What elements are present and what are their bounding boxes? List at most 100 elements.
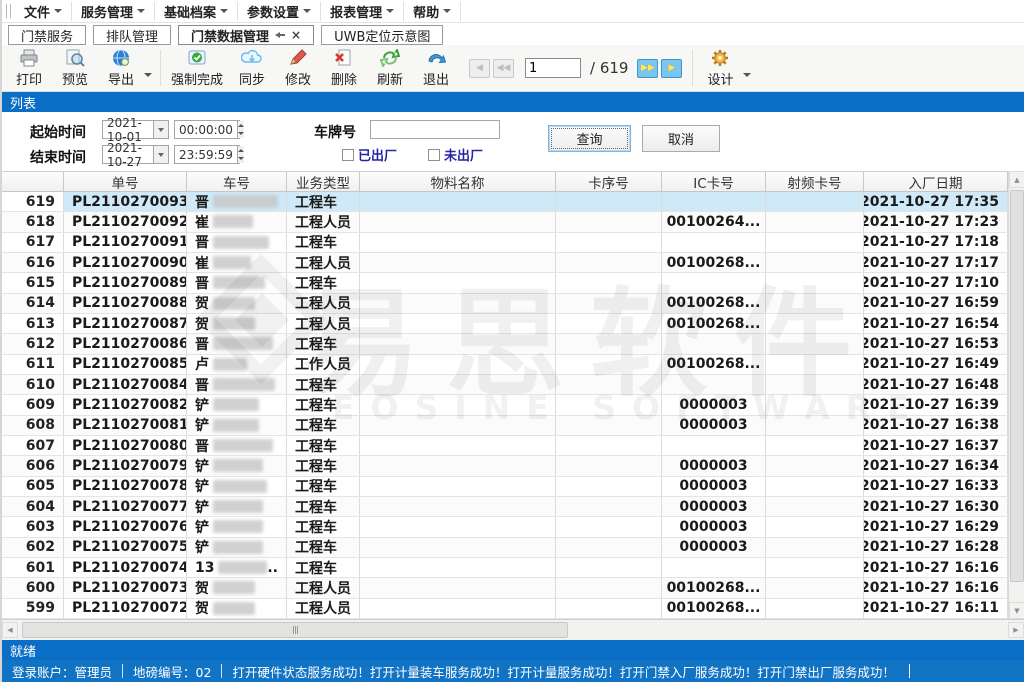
cell-material	[360, 314, 556, 333]
scroll-right-icon[interactable]: ▶	[1008, 622, 1024, 638]
query-button[interactable]: 查询	[548, 125, 631, 152]
table-row[interactable]: 615PL2110270089晋工程车2021-10-27 17:10	[2, 273, 1024, 293]
table-row[interactable]: 605PL2110270078铲工程车00000032021-10-27 16:…	[2, 477, 1024, 497]
horizontal-scrollbar[interactable]: ◀ ▶	[2, 619, 1024, 640]
printer-button[interactable]: 打印	[6, 46, 52, 90]
cell-entry-date: 2021-10-27 16:54	[864, 314, 1008, 333]
cell-vehicle: 晋	[187, 334, 287, 353]
table-row[interactable]: 619PL2110270093晋工程车2021-10-27 17:35	[2, 192, 1024, 212]
menu-item-2[interactable]: 服务管理	[72, 2, 155, 21]
tab-close-icon[interactable]: ×	[291, 30, 301, 40]
end-time-spinner[interactable]: 23:59:59	[174, 145, 240, 164]
tab-4[interactable]: UWB定位示意图	[321, 25, 443, 45]
menu-item-1[interactable]: 文件	[15, 2, 72, 21]
cell-material	[360, 558, 556, 577]
table-row[interactable]: 610PL2110270084晋工程车2021-10-27 16:48	[2, 375, 1024, 395]
end-date-dropdown-icon[interactable]	[153, 146, 168, 163]
column-header-6[interactable]: IC卡号	[662, 172, 766, 191]
column-header-7[interactable]: 射频卡号	[766, 172, 864, 191]
table-row[interactable]: 606PL2110270079铲工程车00000032021-10-27 16:…	[2, 456, 1024, 476]
cell-entry-date: 2021-10-27 16:53	[864, 334, 1008, 353]
exit-button[interactable]: 退出	[413, 46, 459, 90]
preview-button[interactable]: 预览	[52, 46, 98, 90]
tab-2[interactable]: 排队管理	[93, 25, 171, 45]
table-row[interactable]: 609PL2110270082铲工程车00000032021-10-27 16:…	[2, 395, 1024, 415]
delete-button[interactable]: 删除	[321, 46, 367, 90]
masked-plate	[213, 398, 259, 411]
table-row[interactable]: 604PL2110270077铲工程车00000032021-10-27 16:…	[2, 497, 1024, 517]
cell-entry-date: 2021-10-27 16:33	[864, 477, 1008, 496]
start-date-combo[interactable]: 2021-10-01	[102, 120, 169, 139]
cell-vehicle: 贺	[187, 578, 287, 597]
nav-first-button[interactable]: ◀	[469, 59, 490, 78]
table-row[interactable]: 602PL2110270075铲工程车00000032021-10-27 16:…	[2, 538, 1024, 558]
table-row[interactable]: 613PL2110270087贺工程人员00100268...2021-10-2…	[2, 314, 1024, 334]
cancel-button[interactable]: 取消	[642, 125, 720, 152]
edit-button[interactable]: 修改	[275, 46, 321, 90]
footer-segment-3: 打开硬件状态服务成功！打开计量装车服务成功！打开计量服务成功！打开门禁入厂服务成…	[232, 662, 895, 681]
tab-3[interactable]: 门禁数据管理×	[178, 25, 314, 45]
horizontal-scroll-thumb[interactable]	[22, 622, 568, 638]
start-date-dropdown-icon[interactable]	[153, 121, 168, 138]
table-row[interactable]: 616PL2110270090崔工程人员00100268...2021-10-2…	[2, 253, 1024, 273]
nav-prev-button[interactable]: ◀◀	[493, 59, 514, 78]
table-row[interactable]: 600PL2110270073贺工程人员00100268...2021-10-2…	[2, 578, 1024, 598]
export-button[interactable]: 导出	[98, 46, 144, 90]
column-header-8[interactable]: 入厂日期	[864, 172, 1008, 191]
tab-bar: 门禁服务排队管理门禁数据管理× UWB定位示意图	[2, 23, 1024, 45]
force-complete-button[interactable]: 强制完成	[165, 46, 229, 90]
page-number-input[interactable]	[525, 58, 581, 78]
plate-number-input[interactable]	[370, 120, 500, 139]
checkbox-not-exited[interactable]: 未出厂	[428, 145, 483, 164]
vertical-scroll-thumb[interactable]	[1010, 190, 1024, 582]
table-row[interactable]: 603PL2110270076铲工程车00000032021-10-27 16:…	[2, 517, 1024, 537]
checkbox-not-exited-box[interactable]	[428, 149, 440, 161]
nav-last-button[interactable]: ▶	[661, 59, 682, 78]
menu-item-6[interactable]: 帮助	[404, 2, 461, 21]
cell-entry-date: 2021-10-27 17:35	[864, 192, 1008, 211]
export-dropdown-caret-icon[interactable]	[144, 73, 152, 77]
cell-rfid	[766, 456, 864, 475]
table-row[interactable]: 611PL2110270085卢工作人员00100268...2021-10-2…	[2, 355, 1024, 375]
checkbox-exited-box[interactable]	[342, 149, 354, 161]
refresh-button[interactable]: 刷新	[367, 46, 413, 90]
toolbar-overflow-caret-icon[interactable]	[743, 73, 751, 77]
pin-icon[interactable]	[275, 30, 285, 40]
table-row[interactable]: 601PL211027007413..工程车2021-10-27 16:16	[2, 558, 1024, 578]
table-row[interactable]: 607PL2110270080晋工程车2021-10-27 16:37	[2, 436, 1024, 456]
table-row[interactable]: 599PL2110270072贺工程人员00100268...2021-10-2…	[2, 599, 1024, 619]
delete-icon	[334, 48, 354, 68]
end-time-spin-icons[interactable]	[237, 146, 244, 163]
column-header-2[interactable]: 车号	[187, 172, 287, 191]
table-row[interactable]: 617PL2110270091晋工程车2021-10-27 17:18	[2, 233, 1024, 253]
cell-entry-date: 2021-10-27 16:38	[864, 416, 1008, 435]
scroll-up-icon[interactable]: ▲	[1009, 171, 1024, 188]
column-header-3[interactable]: 业务类型	[287, 172, 360, 191]
column-header-1[interactable]: 单号	[64, 172, 187, 191]
menu-item-4[interactable]: 参数设置	[238, 2, 321, 21]
cell-vehicle: 晋	[187, 273, 287, 292]
column-header-4[interactable]: 物料名称	[360, 172, 556, 191]
menu-item-5[interactable]: 报表管理	[321, 2, 404, 21]
sync-button[interactable]: 同步	[229, 46, 275, 90]
tab-1[interactable]: 门禁服务	[8, 25, 86, 45]
nav-next-button[interactable]: ▶▶	[637, 59, 658, 78]
column-header-5[interactable]: 卡序号	[556, 172, 662, 191]
design-button[interactable]: 设计	[697, 46, 743, 90]
table-row[interactable]: 612PL2110270086晋工程车2021-10-27 16:53	[2, 334, 1024, 354]
start-time-spinner[interactable]: 00:00:00	[174, 120, 240, 139]
start-time-spin-icons[interactable]	[237, 121, 244, 138]
cell-business-type: 工程车	[287, 416, 360, 435]
cell-entry-date: 2021-10-27 17:17	[864, 253, 1008, 272]
vertical-scrollbar[interactable]: ▲ ▼	[1008, 171, 1024, 619]
end-date-combo[interactable]: 2021-10-27	[102, 145, 169, 164]
cell-rfid	[766, 375, 864, 394]
menu-item-3[interactable]: 基础档案	[155, 2, 238, 21]
scroll-down-icon[interactable]: ▼	[1009, 602, 1024, 619]
table-row[interactable]: 608PL2110270081铲工程车00000032021-10-27 16:…	[2, 416, 1024, 436]
table-row[interactable]: 614PL2110270088贺工程人员00100268...2021-10-2…	[2, 294, 1024, 314]
cell-material	[360, 334, 556, 353]
checkbox-exited[interactable]: 已出厂	[342, 145, 397, 164]
scroll-left-icon[interactable]: ◀	[2, 622, 18, 638]
table-row[interactable]: 618PL2110270092崔工程人员00100264...2021-10-2…	[2, 212, 1024, 232]
